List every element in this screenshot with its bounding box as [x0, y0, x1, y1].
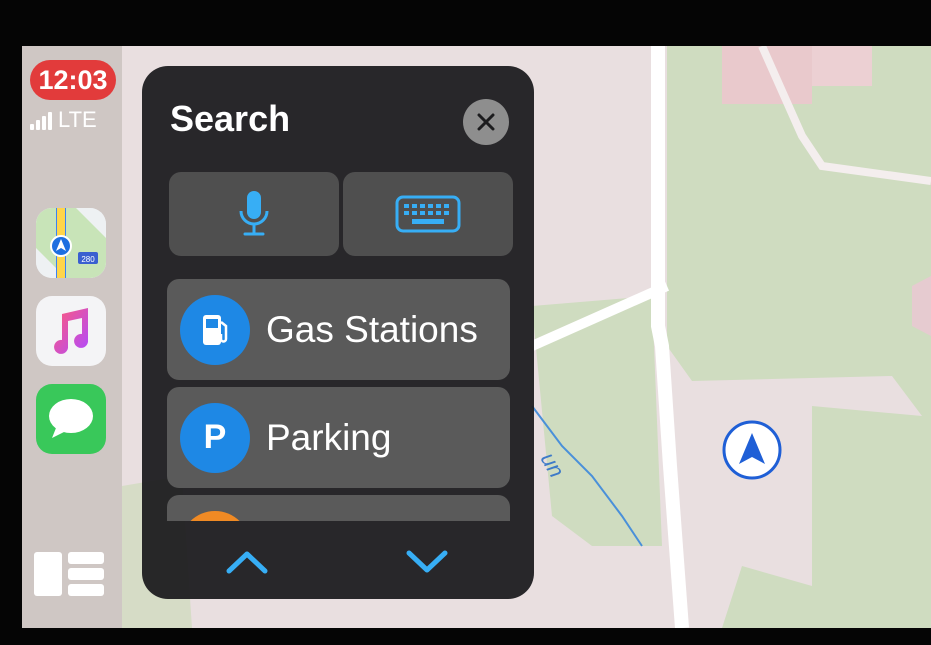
gas-pump-icon	[180, 294, 250, 365]
current-location-icon	[722, 420, 782, 480]
close-icon	[477, 113, 495, 131]
messages-app-icon[interactable]	[36, 384, 106, 454]
scroll-down-button[interactable]	[397, 540, 457, 584]
maps-app-icon[interactable]: 280	[36, 208, 106, 278]
building	[912, 276, 931, 336]
category-parking[interactable]: P Parking	[167, 387, 510, 488]
scroll-up-button[interactable]	[217, 540, 277, 584]
category-icon	[180, 510, 250, 521]
category-label: Parking	[266, 416, 392, 458]
close-button[interactable]	[463, 99, 509, 145]
network-type: LTE	[58, 107, 97, 132]
search-panel: Search Gas Stations P Parking	[142, 66, 534, 599]
signal-status: LTE	[30, 107, 97, 132]
svg-text:280: 280	[81, 255, 95, 264]
parking-icon: P	[180, 402, 250, 473]
building	[812, 46, 872, 86]
chevron-up-icon	[226, 551, 268, 574]
category-item[interactable]	[167, 495, 510, 521]
panel-title: Search	[170, 98, 291, 139]
chevron-down-icon	[406, 550, 448, 573]
signal-bars-icon	[30, 112, 52, 130]
category-gas-stations[interactable]: Gas Stations	[167, 279, 510, 380]
keyboard-icon	[395, 195, 461, 233]
category-label: Gas Stations	[266, 308, 478, 350]
category-list[interactable]: Gas Stations P Parking	[167, 279, 512, 521]
music-app-icon[interactable]	[36, 296, 106, 366]
dashboard-icon[interactable]	[34, 552, 104, 596]
status-clock: 12:03	[30, 60, 116, 100]
carplay-screen: un 12:03 LTE 280 Search Gas Stations P P…	[22, 46, 931, 628]
keyboard-search-button[interactable]	[343, 172, 513, 256]
microphone-icon	[239, 191, 269, 236]
carplay-sidebar: 12:03 LTE 280	[22, 46, 122, 628]
voice-search-button[interactable]	[169, 172, 339, 256]
